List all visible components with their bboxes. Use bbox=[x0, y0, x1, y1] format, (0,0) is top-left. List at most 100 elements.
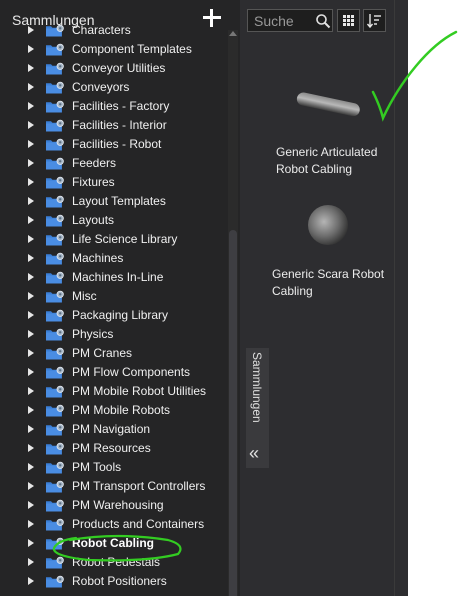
tree-item[interactable]: PM Resources bbox=[0, 439, 228, 458]
expand-arrow-icon[interactable] bbox=[28, 406, 34, 414]
tree-item[interactable]: Life Science Library bbox=[0, 230, 228, 249]
expand-arrow-icon[interactable] bbox=[28, 235, 34, 243]
tree-item[interactable]: PM Flow Components bbox=[0, 363, 228, 382]
tree-item[interactable]: Characters bbox=[0, 21, 228, 40]
tree-item[interactable]: PM Mobile Robots bbox=[0, 401, 228, 420]
item-title-line2: Robot Cabling bbox=[276, 162, 353, 176]
expand-arrow-icon[interactable] bbox=[28, 178, 34, 186]
tree-item[interactable]: PM Tools bbox=[0, 458, 228, 477]
expand-arrow-icon[interactable] bbox=[28, 83, 34, 91]
collection-folder-icon bbox=[45, 328, 65, 341]
tree-item[interactable]: Facilities - Robot bbox=[0, 135, 228, 154]
check-annotation-icon bbox=[371, 30, 458, 122]
expand-arrow-icon[interactable] bbox=[28, 273, 34, 281]
tree-item-label: Characters bbox=[72, 23, 131, 37]
tree-item[interactable]: Misc bbox=[0, 287, 228, 306]
expand-arrow-icon[interactable] bbox=[28, 577, 34, 585]
tree-item[interactable]: Conveyors bbox=[0, 78, 228, 97]
item-title-line1: Generic Articulated bbox=[276, 145, 378, 159]
expand-arrow-icon[interactable] bbox=[28, 102, 34, 110]
expand-arrow-icon[interactable] bbox=[28, 45, 34, 53]
expand-arrow-icon[interactable] bbox=[28, 501, 34, 509]
tree-scrollbar[interactable] bbox=[228, 30, 238, 596]
expand-arrow-icon[interactable] bbox=[28, 482, 34, 490]
collection-folder-icon bbox=[45, 290, 65, 303]
tree-item[interactable]: Conveyor Utilities bbox=[0, 59, 228, 78]
expand-arrow-icon[interactable] bbox=[28, 558, 34, 566]
item-generic-scara-robot-cabling[interactable]: Generic Scara Robot Cabling bbox=[264, 200, 389, 305]
tree-item[interactable]: PM Cranes bbox=[0, 344, 228, 363]
collection-folder-icon bbox=[45, 404, 65, 417]
scroll-thumb[interactable] bbox=[229, 230, 237, 596]
side-tab-label: Sammlungen bbox=[250, 352, 264, 423]
grid-view-button[interactable] bbox=[337, 9, 360, 32]
scroll-up-arrow-icon[interactable] bbox=[229, 31, 237, 36]
tree-item-label: PM Flow Components bbox=[72, 365, 191, 379]
tree-item[interactable]: Layouts bbox=[0, 211, 228, 230]
collection-folder-icon bbox=[45, 157, 65, 170]
expand-arrow-icon[interactable] bbox=[28, 311, 34, 319]
expand-arrow-icon[interactable] bbox=[28, 463, 34, 471]
expand-arrow-icon[interactable] bbox=[28, 387, 34, 395]
expand-arrow-icon[interactable] bbox=[28, 140, 34, 148]
expand-arrow-icon[interactable] bbox=[28, 425, 34, 433]
tree-item-label: PM Warehousing bbox=[72, 498, 164, 512]
collection-folder-icon bbox=[45, 43, 65, 56]
expand-arrow-icon[interactable] bbox=[28, 216, 34, 224]
tree-item-label: Feeders bbox=[72, 156, 117, 170]
tree-item[interactable]: PM Warehousing bbox=[0, 496, 228, 515]
tree-item-label: PM Resources bbox=[72, 441, 151, 455]
tree-item[interactable]: PM Navigation bbox=[0, 420, 228, 439]
tree-item[interactable]: Machines bbox=[0, 249, 228, 268]
collection-folder-icon bbox=[45, 252, 65, 265]
tree-item[interactable]: Facilities - Factory bbox=[0, 97, 228, 116]
tree-item-label: Conveyors bbox=[72, 80, 130, 94]
tree-item[interactable]: Component Templates bbox=[0, 40, 228, 59]
circle-annotation-icon bbox=[52, 534, 182, 562]
expand-arrow-icon[interactable] bbox=[28, 64, 34, 72]
collection-folder-icon bbox=[45, 138, 65, 151]
tree-item[interactable]: PM Transport Controllers bbox=[0, 477, 228, 496]
grid-icon bbox=[343, 15, 354, 26]
tree-item[interactable]: Robot Positioners bbox=[0, 572, 228, 591]
expand-arrow-icon[interactable] bbox=[28, 159, 34, 167]
collection-folder-icon bbox=[45, 233, 65, 246]
tree-item[interactable]: Facilities - Interior bbox=[0, 116, 228, 135]
tree-item-label: Facilities - Factory bbox=[72, 99, 170, 113]
sort-button[interactable] bbox=[363, 9, 386, 32]
collections-side-tab[interactable]: Sammlungen « bbox=[246, 348, 269, 468]
collection-folder-icon bbox=[45, 480, 65, 493]
expand-arrow-icon[interactable] bbox=[28, 349, 34, 357]
collection-folder-icon bbox=[45, 100, 65, 113]
search-input[interactable] bbox=[254, 13, 314, 29]
tree-item-label: PM Cranes bbox=[72, 346, 133, 360]
tree-item[interactable]: Layout Templates bbox=[0, 192, 228, 211]
expand-arrow-icon[interactable] bbox=[28, 26, 34, 34]
tree-item-label: Machines bbox=[72, 251, 124, 265]
cable-cylinder-icon bbox=[296, 92, 360, 117]
expand-arrow-icon[interactable] bbox=[28, 197, 34, 205]
expand-arrow-icon[interactable] bbox=[28, 292, 34, 300]
expand-arrow-icon[interactable] bbox=[28, 539, 34, 547]
tree-item[interactable]: Machines In-Line bbox=[0, 268, 228, 287]
collection-folder-icon bbox=[45, 347, 65, 360]
tree-item[interactable]: Feeders bbox=[0, 154, 228, 173]
tree-item-label: Machines In-Line bbox=[72, 270, 164, 284]
expand-arrow-icon[interactable] bbox=[28, 330, 34, 338]
expand-arrow-icon[interactable] bbox=[28, 121, 34, 129]
collection-folder-icon bbox=[45, 62, 65, 75]
collection-folder-icon bbox=[45, 385, 65, 398]
tree-item[interactable]: Physics bbox=[0, 325, 228, 344]
expand-arrow-icon[interactable] bbox=[28, 254, 34, 262]
tree-item[interactable]: PM Mobile Robot Utilities bbox=[0, 382, 228, 401]
expand-arrow-icon[interactable] bbox=[28, 444, 34, 452]
collection-folder-icon bbox=[45, 195, 65, 208]
tree-item[interactable]: Packaging Library bbox=[0, 306, 228, 325]
collection-folder-icon bbox=[45, 309, 65, 322]
tree-item[interactable]: Fixtures bbox=[0, 173, 228, 192]
collection-folder-icon bbox=[45, 423, 65, 436]
expand-arrow-icon[interactable] bbox=[28, 520, 34, 528]
double-chevron-left-icon[interactable]: « bbox=[249, 444, 259, 462]
expand-arrow-icon[interactable] bbox=[28, 368, 34, 376]
search-icon[interactable] bbox=[314, 12, 332, 30]
